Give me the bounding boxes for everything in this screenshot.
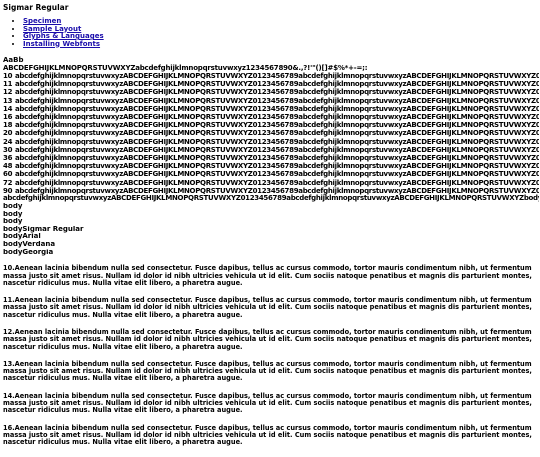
size-sample-text: abcdefghijklmnopqrstuvwxyzABCDEFGHIJKLMN…: [15, 113, 539, 122]
paragraph-sample: 13.Aenean lacinia bibendum nulla sed con…: [3, 359, 532, 383]
size-sample-text: abcdefghijklmnopqrstuvwxyzABCDEFGHIJKLMN…: [15, 88, 539, 97]
nav-item-installing: Installing Webfonts: [23, 40, 539, 49]
size-label: 12: [3, 88, 13, 97]
size-label: 16: [3, 113, 13, 122]
paragraph-sample: 14.Aenean lacinia bibendum nulla sed con…: [3, 391, 532, 415]
size-sample-text: abcdefghijklmnopqrstuvwxyzABCDEFGHIJKLMN…: [15, 72, 539, 80]
size-label: 11: [3, 80, 13, 89]
size-sample-text: abcdefghijklmnopqrstuvwxyzABCDEFGHIJKLMN…: [15, 121, 539, 130]
nav-link-installing-webfonts[interactable]: Installing Webfonts: [23, 40, 100, 48]
size-specimen-row: 10 abcdefghijklmnopqrstuvwxyzABCDEFGHIJKL…: [3, 72, 539, 80]
size-specimen-row: 20 abcdefghijklmnopqrstuvwxyzABCDEFGHIJKL…: [3, 129, 539, 137]
nav-item-glyphs: Glyphs & Languages: [23, 32, 539, 41]
size-label: 60: [3, 170, 13, 179]
layout-line: bodyVerdana: [3, 241, 56, 249]
size-label: 30: [3, 145, 13, 154]
specimen-page: Sigmar Regular Specimen Sample Layout Gl…: [3, 3, 539, 457]
nav-item-specimen: Specimen: [23, 17, 539, 26]
layout-line: body: [3, 218, 23, 226]
size-specimen-row: 36 abcdefghijklmnopqrstuvwxyzABCDEFGHIJKL…: [3, 154, 539, 162]
size-label: 36: [3, 154, 13, 163]
sample-layout: body body body bodySigmar Regular bodyAr…: [3, 203, 539, 256]
size-sample-text: abcdefghijklmnopqrstuvwxyzABCDEFGHIJKLMN…: [15, 162, 539, 171]
size-label: 18: [3, 121, 13, 130]
paragraph-sample: 11.Aenean lacinia bibendum nulla sed con…: [3, 296, 532, 319]
page-title: Sigmar Regular: [3, 3, 69, 12]
size-sample-text: abcdefghijklmnopqrstuvwxyzABCDEFGHIJKLMN…: [15, 129, 539, 138]
size-specimen-row: 72 abcdefghijklmnopqrstuvwxyzABCDEFGHIJKL…: [3, 179, 539, 187]
paragraph-samples: 10.Aenean lacinia bibendum nulla sed con…: [3, 265, 539, 446]
size-sample-text: abcdefghijklmnopqrstuvwxyzABCDEFGHIJKLMN…: [15, 96, 539, 105]
size-sample-text: abcdefghijklmnopqrstuvwxyzABCDEFGHIJKLMN…: [15, 178, 539, 187]
size-specimen-row: 14 abcdefghijklmnopqrstuvwxyzABCDEFGHIJKL…: [3, 105, 539, 113]
size-label: 10: [3, 72, 13, 80]
size-specimen-row: 60 abcdefghijklmnopqrstuvwxyzABCDEFGHIJKL…: [3, 170, 539, 178]
size-specimen-row: 48 abcdefghijklmnopqrstuvwxyzABCDEFGHIJKL…: [3, 162, 539, 170]
size-specimen-row: 16 abcdefghijklmnopqrstuvwxyzABCDEFGHIJKL…: [3, 113, 539, 121]
size-label: 14: [3, 104, 13, 113]
size-sample-text: abcdefghijklmnopqrstuvwxyzABCDEFGHIJKLMN…: [15, 145, 539, 154]
size-sample-text: abcdefghijklmnopqrstuvwxyzABCDEFGHIJKLMN…: [15, 104, 539, 113]
layout-line: body: [3, 210, 23, 218]
layout-line: body: [3, 203, 23, 211]
paragraph-sample: 10.Aenean lacinia bibendum nulla sed con…: [3, 264, 532, 287]
size-specimen-row: 12 abcdefghijklmnopqrstuvwxyzABCDEFGHIJKL…: [3, 88, 539, 96]
size-label: 24: [3, 137, 13, 146]
size-sample-text: abcdefghijklmnopqrstuvwxyzABCDEFGHIJKLMN…: [15, 154, 539, 163]
layout-line: bodyArial: [3, 233, 41, 241]
paragraph-sample: 12.Aenean lacinia bibendum nulla sed con…: [3, 327, 532, 351]
size-specimen-row: 11 abcdefghijklmnopqrstuvwxyzABCDEFGHIJKL…: [3, 80, 539, 88]
size-sample-text: abcdefghijklmnopqrstuvwxyzABCDEFGHIJKLMN…: [15, 170, 539, 179]
aabb-sample: AaBb: [3, 56, 24, 64]
layout-line: bodySigmar Regular: [3, 225, 84, 233]
size-label: 48: [3, 162, 13, 171]
size-sample-text: abcdefghijklmnopqrstuvwxyzABCDEFGHIJKLMN…: [15, 137, 539, 146]
character-set: ABCDEFGHIJKLMNOPQRSTUVWXYZabcdefghijklmn…: [3, 64, 368, 72]
size-specimen-row: 13 abcdefghijklmnopqrstuvwxyzABCDEFGHIJKL…: [3, 97, 539, 105]
size-label: 20: [3, 129, 13, 138]
size-sample-text: abcdefghijklmnopqrstuvwxyzABCDEFGHIJKLMN…: [15, 80, 539, 89]
nav-list: Specimen Sample Layout Glyphs & Language…: [3, 17, 539, 49]
size-specimen-row: 30 abcdefghijklmnopqrstuvwxyzABCDEFGHIJKL…: [3, 146, 539, 154]
layout-line: bodyGeorgia: [3, 248, 54, 256]
size-specimen-list: 10 abcdefghijklmnopqrstuvwxyzABCDEFGHIJKL…: [3, 72, 539, 195]
size-specimen-row: 24 abcdefghijklmnopqrstuvwxyzABCDEFGHIJKL…: [3, 138, 539, 146]
paragraph-sample: 16.Aenean lacinia bibendum nulla sed con…: [3, 423, 532, 447]
size-specimen-row: 18 abcdefghijklmnopqrstuvwxyzABCDEFGHIJKL…: [3, 121, 539, 129]
size-label: 72: [3, 178, 13, 187]
rule-row: abcdefghijklmnopqrstuvwxyzABCDEFGHIJKLMN…: [3, 194, 539, 203]
size-label: 13: [3, 96, 13, 105]
